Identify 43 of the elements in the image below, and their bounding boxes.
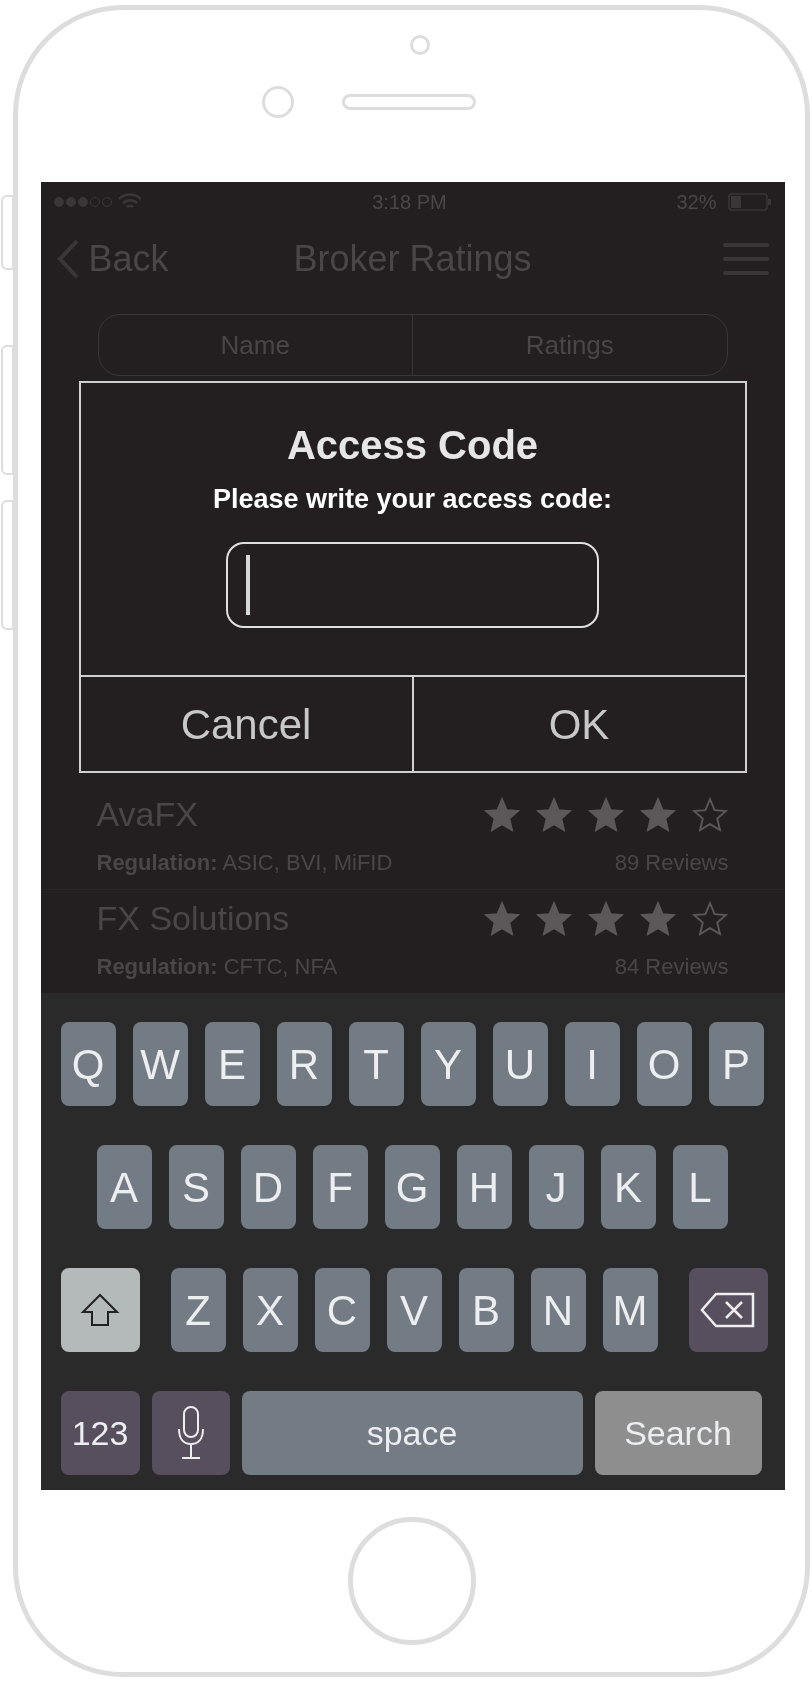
key[interactable]: F [312,1145,368,1229]
key[interactable]: E [204,1022,260,1106]
access-code-field[interactable] [226,541,599,628]
key[interactable]: V [386,1268,442,1352]
key[interactable]: L [672,1145,728,1229]
delete-key[interactable] [688,1268,768,1352]
key[interactable]: R [276,1022,332,1106]
key[interactable]: M [602,1268,658,1352]
key[interactable]: G [384,1145,440,1229]
text-cursor [246,554,250,615]
shift-icon [80,1292,120,1328]
space-key[interactable]: space [241,1391,583,1475]
key[interactable]: I [564,1022,620,1106]
dialog-button[interactable]: OK [411,677,745,771]
dialog-button[interactable]: Cancel [80,677,412,771]
key[interactable]: U [492,1022,548,1106]
numbers-key[interactable]: 123 [60,1391,140,1475]
key[interactable]: T [348,1022,404,1106]
key[interactable]: D [240,1145,296,1229]
key[interactable]: Y [420,1022,476,1106]
battery-icon [728,193,773,211]
key[interactable]: J [528,1145,584,1229]
chevron-left-icon [56,239,79,279]
key[interactable]: S [168,1145,224,1229]
key[interactable]: B [458,1268,514,1352]
key[interactable]: P [708,1022,764,1106]
key[interactable]: K [600,1145,656,1229]
key[interactable]: N [530,1268,586,1352]
key[interactable]: X [242,1268,298,1352]
key[interactable]: W [132,1022,188,1106]
key[interactable]: O [636,1022,692,1106]
dialog-title: Access Code [286,422,539,469]
dialog-message: Please write your access code: [212,483,613,516]
dictation-key[interactable] [151,1391,230,1475]
key[interactable]: C [314,1268,370,1352]
backspace-icon [700,1292,756,1328]
key[interactable]: Z [170,1268,226,1352]
shift-key[interactable] [60,1268,140,1352]
search-key[interactable]: Search [594,1391,762,1475]
microphone-icon [175,1405,206,1461]
key[interactable]: Q [60,1022,116,1106]
key[interactable]: A [96,1145,152,1229]
key[interactable]: H [456,1145,512,1229]
